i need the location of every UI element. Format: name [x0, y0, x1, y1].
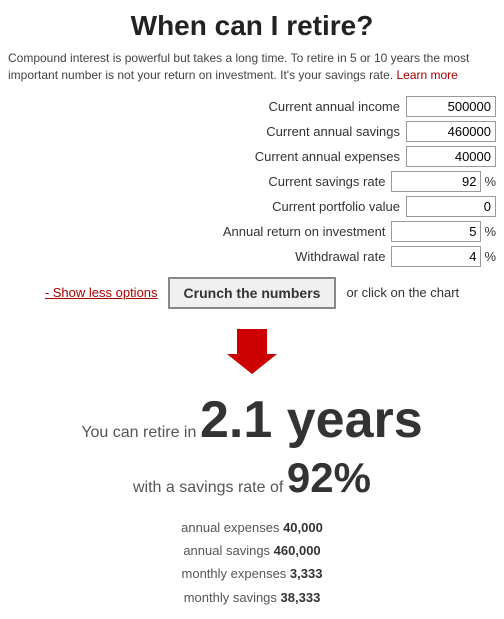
- label-portfolio-value: Current portfolio value: [220, 199, 400, 214]
- retire-value: 2.1 years: [200, 391, 423, 449]
- input-withdrawal-rate[interactable]: [391, 246, 481, 267]
- form-row-withdrawal-rate: Withdrawal rate%: [8, 246, 496, 267]
- form-row-annual-expenses: Current annual expenses: [8, 146, 496, 167]
- actions-row: - Show less options Crunch the numbers o…: [8, 277, 496, 309]
- arrow-down: [8, 319, 496, 382]
- intro-text: Compound interest is powerful but takes …: [8, 50, 496, 84]
- input-annual-expenses[interactable]: [406, 146, 496, 167]
- unit-roi: %: [484, 224, 496, 239]
- label-roi: Annual return on investment: [205, 224, 385, 239]
- input-annual-savings[interactable]: [406, 121, 496, 142]
- savings-prefix: with a savings rate of: [133, 479, 283, 496]
- stat-item: monthly savings 38,333: [8, 586, 496, 609]
- form-row-roi: Annual return on investment%: [8, 221, 496, 242]
- show-less-link[interactable]: - Show less options: [45, 285, 158, 300]
- input-annual-income[interactable]: [406, 96, 496, 117]
- input-portfolio-value[interactable]: [406, 196, 496, 217]
- learn-more-link[interactable]: Learn more: [396, 68, 457, 82]
- label-savings-rate: Current savings rate: [205, 174, 385, 189]
- stat-value: 38,333: [281, 590, 321, 605]
- or-click-text: or click on the chart: [346, 285, 459, 300]
- input-roi[interactable]: [391, 221, 481, 242]
- retire-line: You can retire in 2.1 years: [8, 390, 496, 450]
- label-annual-income: Current annual income: [220, 99, 400, 114]
- retire-prefix: You can retire in: [81, 424, 196, 441]
- form-row-savings-rate: Current savings rate%: [8, 171, 496, 192]
- label-withdrawal-rate: Withdrawal rate: [205, 249, 385, 264]
- stat-value: 3,333: [290, 566, 323, 581]
- stat-label: monthly expenses: [182, 566, 290, 581]
- retirement-form: Current annual income Current annual savi…: [8, 96, 496, 267]
- unit-withdrawal-rate: %: [484, 249, 496, 264]
- label-annual-expenses: Current annual expenses: [220, 149, 400, 164]
- savings-rate-line: with a savings rate of 92%: [8, 454, 496, 502]
- stat-item: annual expenses 40,000: [8, 516, 496, 539]
- stat-label: monthly savings: [184, 590, 281, 605]
- result-section: You can retire in 2.1 years with a savin…: [8, 390, 496, 502]
- stat-item: annual savings 460,000: [8, 539, 496, 562]
- page-title: When can I retire?: [8, 10, 496, 42]
- crunch-button[interactable]: Crunch the numbers: [168, 277, 337, 309]
- stat-item: monthly expenses 3,333: [8, 562, 496, 585]
- stat-value: 40,000: [283, 520, 323, 535]
- label-annual-savings: Current annual savings: [220, 124, 400, 139]
- form-row-portfolio-value: Current portfolio value: [8, 196, 496, 217]
- savings-value: 92%: [287, 454, 371, 501]
- stats-section: annual expenses 40,000annual savings 460…: [8, 516, 496, 610]
- form-row-annual-savings: Current annual savings: [8, 121, 496, 142]
- stat-label: annual savings: [183, 543, 273, 558]
- stat-label: annual expenses: [181, 520, 283, 535]
- stat-value: 460,000: [274, 543, 321, 558]
- input-savings-rate[interactable]: [391, 171, 481, 192]
- unit-savings-rate: %: [484, 174, 496, 189]
- form-row-annual-income: Current annual income: [8, 96, 496, 117]
